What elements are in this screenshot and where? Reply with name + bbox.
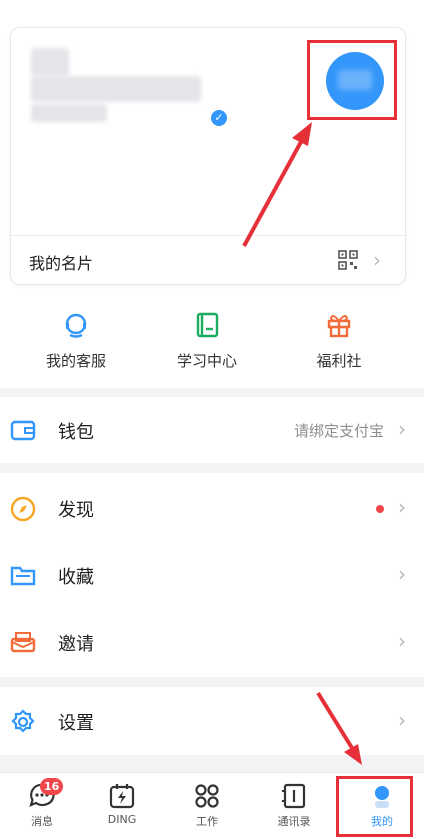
quick-customer-service[interactable]: 我的客服 xyxy=(16,302,136,382)
business-card-row[interactable]: 我的名片 › xyxy=(11,235,405,284)
menu-item-wallet[interactable]: 钱包 请绑定支付宝 › xyxy=(0,397,424,463)
quick-learning-center[interactable]: 学习中心 xyxy=(147,302,267,382)
avatar[interactable] xyxy=(326,52,384,110)
tab-highlight-box xyxy=(336,776,413,837)
profile-card[interactable]: ✓ 我的名片 › xyxy=(10,27,406,285)
tab-messages[interactable]: 16 消息 xyxy=(0,773,84,839)
blurred-account xyxy=(31,76,201,102)
compass-icon xyxy=(10,496,36,522)
folder-icon xyxy=(10,566,36,586)
menu-group-discover: 发现 › 收藏 › 邀请 › xyxy=(0,473,424,677)
menu-group-wallet: 钱包 请绑定支付宝 › xyxy=(0,397,424,463)
settings-label: 设置 xyxy=(58,713,94,734)
quick-welfare-label: 福利社 xyxy=(316,352,362,370)
invite-icon xyxy=(10,632,36,653)
menu-item-invite[interactable]: 邀请 › xyxy=(0,609,424,675)
chevron-right-icon: › xyxy=(398,629,406,653)
quick-welfare[interactable]: 福利社 xyxy=(279,302,399,382)
invite-label: 邀请 xyxy=(58,634,94,655)
chevron-right-icon: › xyxy=(373,248,381,272)
new-indicator-dot xyxy=(376,505,384,513)
chevron-right-icon: › xyxy=(398,495,406,519)
tab-ding[interactable]: DING xyxy=(80,773,164,839)
menu-group-settings: 设置 › xyxy=(0,687,424,755)
discover-label: 发现 xyxy=(58,500,94,521)
tab-contacts-label: 通讯录 xyxy=(277,815,311,828)
ding-icon xyxy=(109,784,135,809)
verified-icon: ✓ xyxy=(211,110,227,126)
avatar-highlight-box xyxy=(307,40,397,120)
favorites-label: 收藏 xyxy=(58,567,94,588)
tab-work[interactable]: 工作 xyxy=(165,773,249,839)
chevron-right-icon: › xyxy=(398,417,406,441)
tab-ding-label: DING xyxy=(107,813,137,826)
menu-item-discover[interactable]: 发现 › xyxy=(0,475,424,541)
qr-code-icon xyxy=(338,250,358,270)
contacts-icon xyxy=(282,783,306,809)
blurred-name xyxy=(31,48,69,76)
menu-item-favorites[interactable]: 收藏 › xyxy=(0,542,424,608)
business-card-label: 我的名片 xyxy=(29,254,94,273)
gear-icon xyxy=(11,709,35,733)
blurred-org xyxy=(31,104,107,122)
quick-actions: 我的客服 学习中心 福利社 xyxy=(0,302,424,382)
wallet-status: 请绑定支付宝 xyxy=(293,422,384,440)
tab-work-label: 工作 xyxy=(196,815,218,828)
unread-badge: 16 xyxy=(40,778,64,795)
apps-icon xyxy=(195,784,219,808)
book-icon xyxy=(196,312,219,338)
wallet-label: 钱包 xyxy=(58,422,94,443)
quick-learning-center-label: 学习中心 xyxy=(176,352,237,370)
menu-item-settings[interactable]: 设置 › xyxy=(0,688,424,754)
tab-messages-label: 消息 xyxy=(31,815,53,828)
chevron-right-icon: › xyxy=(398,708,406,732)
tab-contacts[interactable]: 通讯录 xyxy=(252,773,336,839)
wallet-icon xyxy=(10,420,36,441)
quick-customer-service-label: 我的客服 xyxy=(45,352,106,370)
gift-icon xyxy=(327,315,351,338)
chevron-right-icon: › xyxy=(398,562,406,586)
customer-service-icon xyxy=(65,313,87,338)
